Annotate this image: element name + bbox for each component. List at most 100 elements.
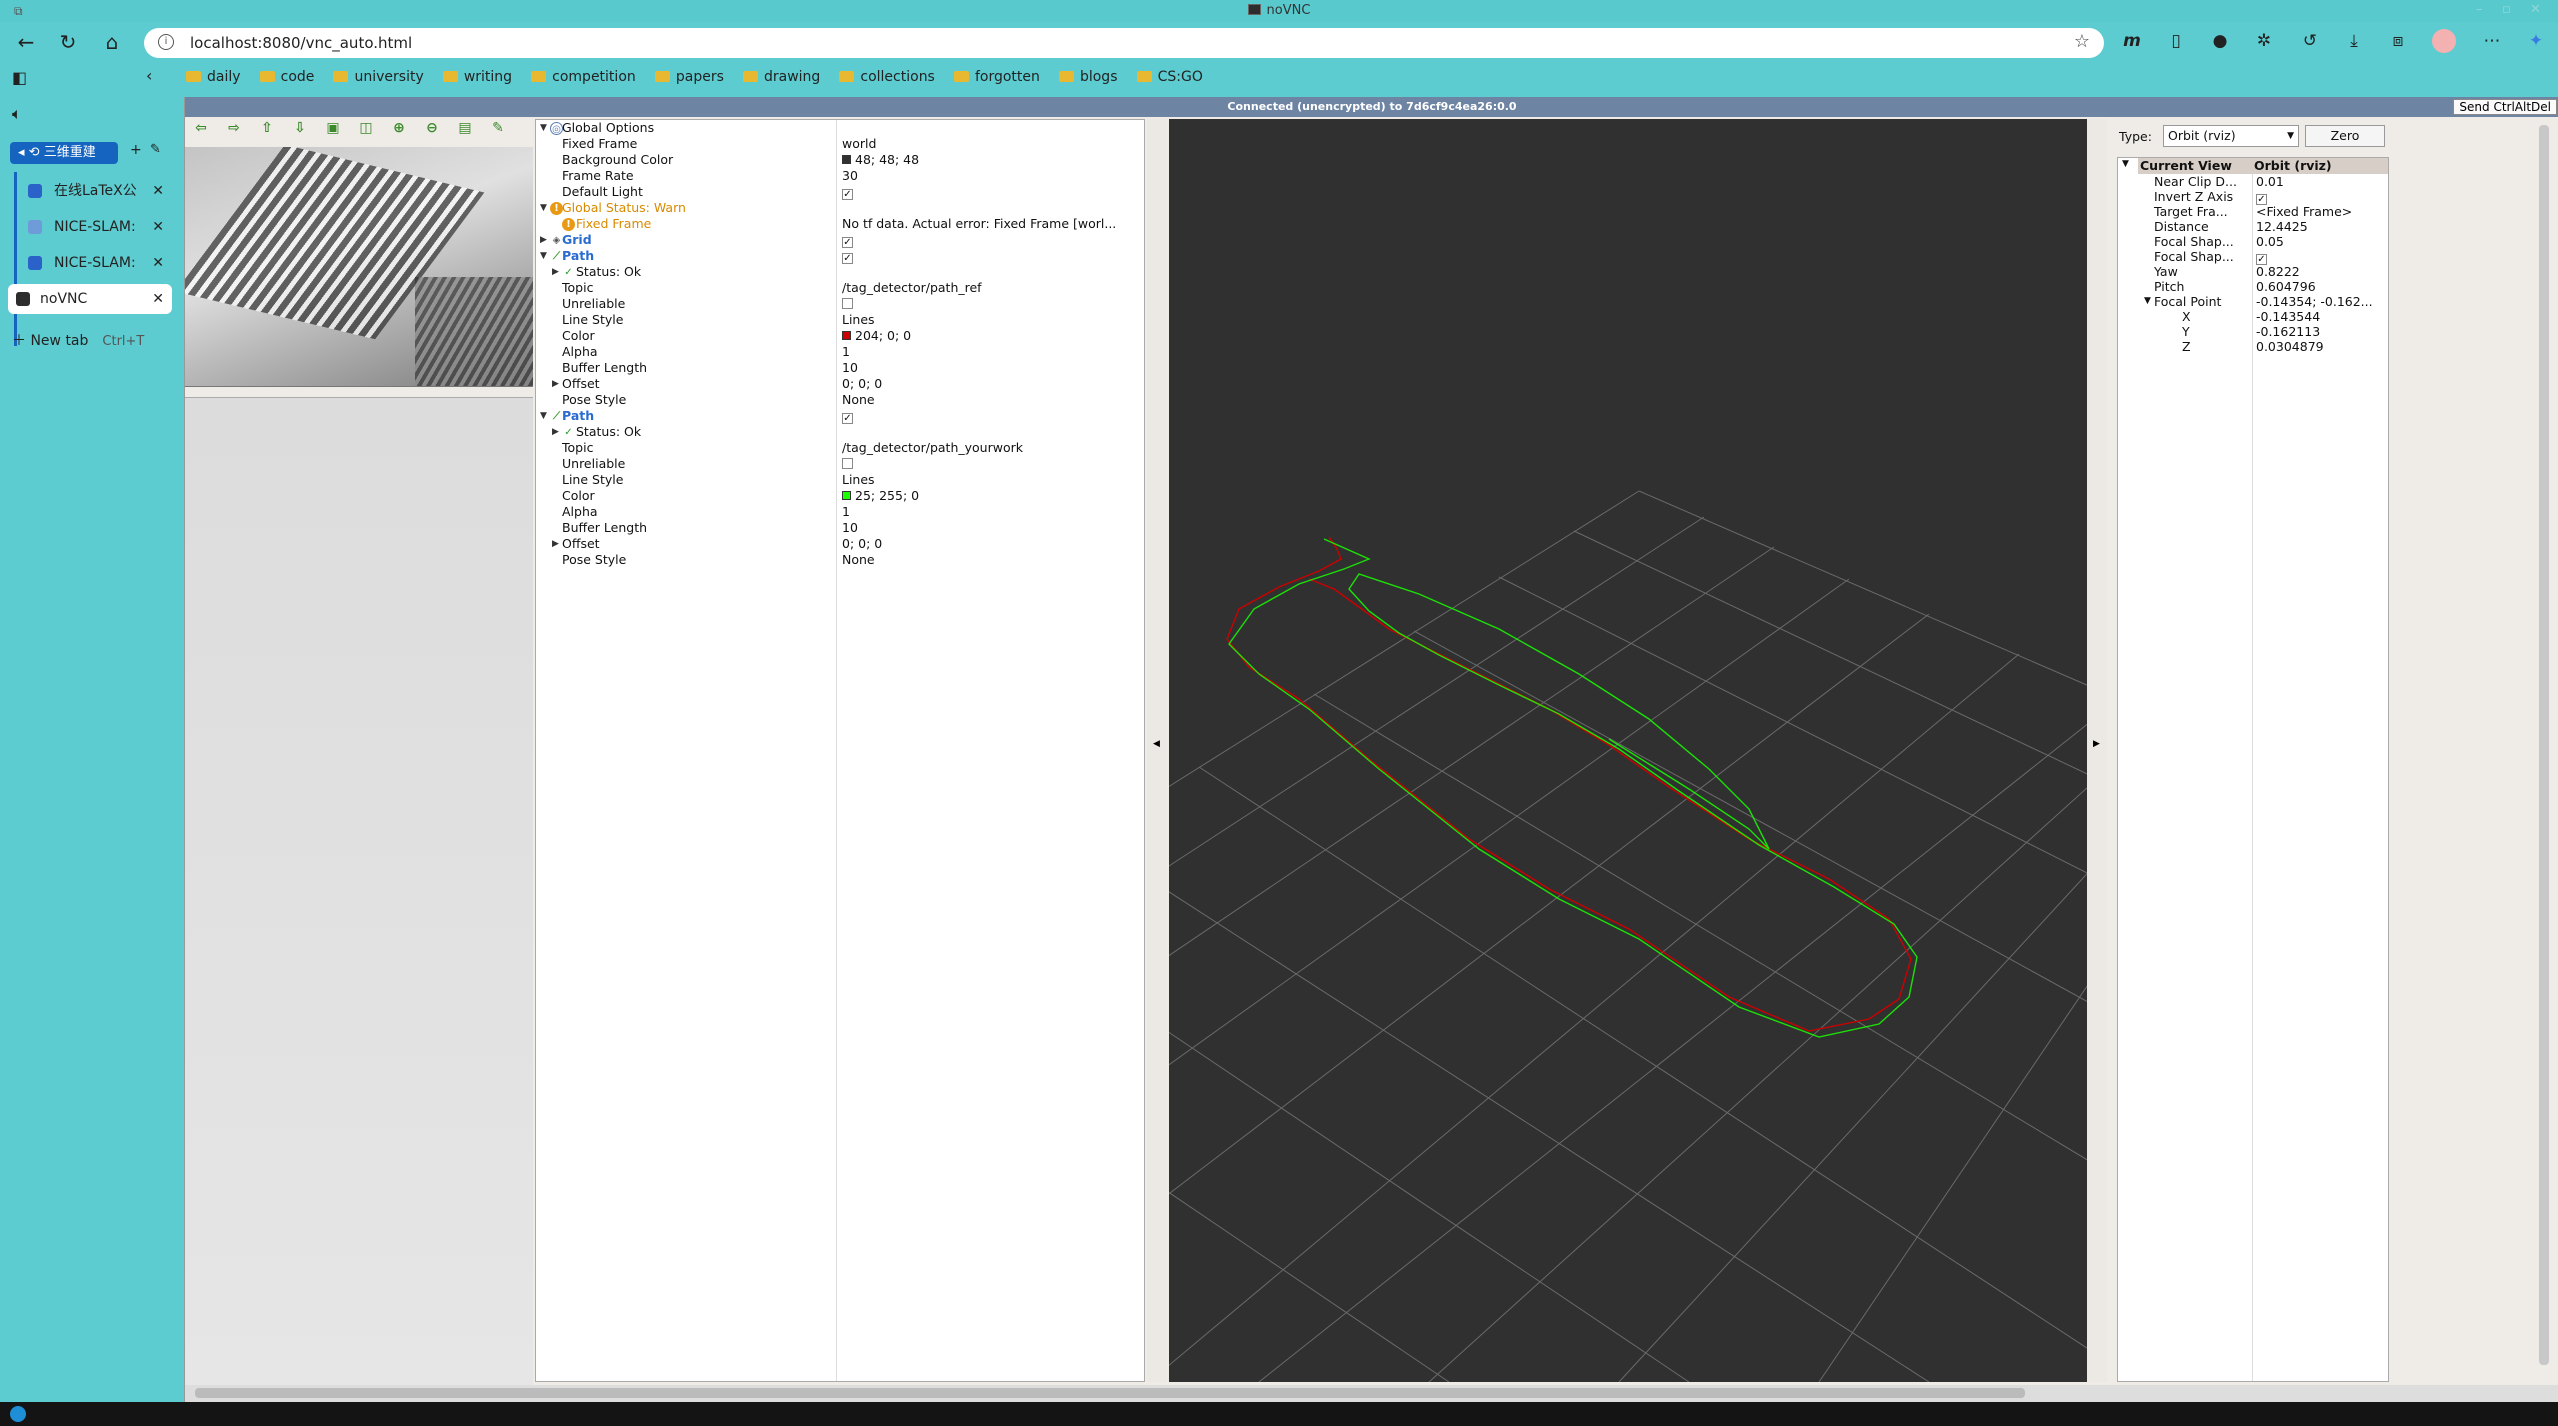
view-row-x[interactable]: X -0.143544	[2118, 309, 2388, 324]
bookmark-folder[interactable]: code	[259, 69, 314, 85]
collapse-arrow-icon[interactable]: ▶	[552, 264, 559, 280]
tree-row-status[interactable]: ▶ ✓ Status: Ok	[536, 264, 1144, 280]
grid-enabled-checkbox[interactable]: ✓	[842, 237, 853, 248]
zoom-out-icon[interactable]: ⊖	[422, 120, 442, 138]
speaker-icon[interactable]: 🔈︎	[12, 104, 22, 124]
back-icon[interactable]: ←	[12, 28, 40, 56]
url-text[interactable]: localhost:8080/vnc_auto.html	[190, 34, 412, 52]
tree-row-alpha[interactable]: Alpha 1	[536, 344, 1144, 360]
left-splitter[interactable]: ◀	[1147, 119, 1167, 1382]
reading-list-icon[interactable]: ▯	[2164, 29, 2188, 53]
menu-more-icon[interactable]: ⋯	[2480, 29, 2504, 53]
bookmark-folder[interactable]: drawing	[742, 69, 820, 85]
collapse-arrow-icon[interactable]: ▶	[552, 424, 559, 440]
tree-row-path[interactable]: ▼ ⟋ Path ✓	[536, 408, 1144, 424]
zoom-in-icon[interactable]: ⊕	[389, 120, 409, 138]
view-row-z[interactable]: Z 0.0304879	[2118, 339, 2388, 354]
save-icon[interactable]: ▤	[455, 120, 475, 138]
expand-arrow-icon[interactable]: ▼	[540, 200, 547, 216]
tree-row-global-options[interactable]: ▼ ◎ Global Options	[536, 120, 1144, 136]
bookmark-folder[interactable]: daily	[186, 69, 241, 85]
browser-taskbar-icon[interactable]	[10, 1406, 26, 1422]
tree-row-color[interactable]: Color 204; 0; 0	[536, 328, 1144, 344]
tree-row-buffer-length[interactable]: Buffer Length 10	[536, 520, 1144, 536]
arrow-left-icon[interactable]: ⇦	[191, 120, 211, 138]
bookmark-folder[interactable]: CS:GO	[1136, 69, 1203, 85]
close-tab-icon[interactable]: ✕	[152, 176, 164, 206]
collapse-left-arrow-icon[interactable]: ◀	[1153, 739, 1160, 749]
tree-row-default-light[interactable]: Default Light ✓	[536, 184, 1144, 200]
minimize-icon[interactable]: –	[2476, 2, 2483, 17]
tree-row-unreliable[interactable]: Unreliable	[536, 296, 1144, 312]
collapse-sidebar-icon[interactable]: ‹	[146, 66, 152, 85]
vertical-scrollbar[interactable]	[2531, 119, 2558, 1382]
bookmark-folder[interactable]: forgotten	[953, 69, 1040, 85]
scrollbar-thumb[interactable]	[195, 1388, 2025, 1398]
close-tab-icon[interactable]: ✕	[152, 248, 164, 278]
tab-group-label[interactable]: ◂ ⟲ 三维重建	[10, 142, 118, 164]
view-row-y[interactable]: Y -0.162113	[2118, 324, 2388, 339]
bookmark-folder[interactable]: papers	[654, 69, 724, 85]
view-row-distance[interactable]: Distance 12.4425	[2118, 219, 2388, 234]
tree-row-topic[interactable]: Topic/tag_detector/path_yourwork	[536, 440, 1144, 456]
new-tab-button[interactable]: ＋ New tab Ctrl+T	[12, 330, 144, 350]
right-splitter[interactable]: ▶	[2087, 119, 2107, 1382]
arrow-up-icon[interactable]: ⇧	[257, 120, 277, 138]
path-enabled-checkbox[interactable]: ✓	[842, 253, 853, 264]
downloads-icon[interactable]: ⤓	[2342, 29, 2366, 53]
tree-row-global-status[interactable]: ▼ ! Global Status: Warn	[536, 200, 1144, 216]
extension-circle-icon[interactable]: ●	[2208, 29, 2232, 53]
tree-row-grid[interactable]: ▶ ◈ Grid ✓	[536, 232, 1144, 248]
tree-row-fixed-frame[interactable]: Fixed Frame world	[536, 136, 1144, 152]
home-icon[interactable]: ⌂	[98, 28, 126, 56]
fit-icon[interactable]: ◫	[356, 120, 376, 138]
expand-arrow-icon[interactable]: ▼	[540, 408, 547, 424]
collapse-right-arrow-icon[interactable]: ▶	[2093, 739, 2100, 749]
bookmark-folder[interactable]: writing	[442, 69, 512, 85]
add-to-group-icon[interactable]: +	[130, 142, 142, 158]
reload-icon[interactable]: ↻	[54, 28, 82, 56]
view-row-pitch[interactable]: Pitch 0.604796	[2118, 279, 2388, 294]
current-view-header[interactable]: Current View Orbit (rviz)	[2138, 158, 2388, 174]
tree-row-topic[interactable]: Topic/tag_detector/path_ref	[536, 280, 1144, 296]
copilot-icon[interactable]: ✦	[2524, 29, 2548, 53]
vnc-viewport[interactable]: Connected (unencrypted) to 7d6cf9c4ea26:…	[184, 97, 2558, 1402]
tree-row-frame-rate[interactable]: Frame Rate 30	[536, 168, 1144, 184]
tab-item[interactable]: 在线LaTeX公 ✕	[8, 176, 172, 206]
maximize-icon[interactable]: ▫	[2502, 2, 2511, 17]
tree-row-background-color[interactable]: Background Color 48; 48; 48	[536, 152, 1144, 168]
expand-arrow-icon[interactable]: ▼	[2144, 294, 2151, 309]
tab-item-active[interactable]: noVNC ✕	[8, 284, 172, 314]
arrow-right-icon[interactable]: ⇨	[224, 120, 244, 138]
tab-item[interactable]: NICE-SLAM: ✕	[8, 212, 172, 242]
bookmark-folder[interactable]: competition	[531, 69, 636, 85]
tree-row-color[interactable]: Color 25; 255; 0	[536, 488, 1144, 504]
image-icon[interactable]: ▣	[323, 120, 343, 138]
tree-row-offset[interactable]: ▶ Offset 0; 0; 0	[536, 376, 1144, 392]
view-row-focal-shape-size[interactable]: Focal Shap... 0.05	[2118, 234, 2388, 249]
collapse-arrow-icon[interactable]: ▶	[552, 536, 559, 552]
collapse-arrow-icon[interactable]: ▶	[540, 232, 547, 248]
unreliable-checkbox[interactable]	[842, 298, 853, 309]
scrollbar-thumb[interactable]	[2539, 125, 2549, 1365]
render-3d-view[interactable]	[1169, 119, 2097, 1382]
address-bar[interactable]: i localhost:8080/vnc_auto.html ☆	[144, 28, 2104, 58]
profile-avatar[interactable]	[2432, 29, 2456, 53]
expand-arrow-icon[interactable]: ▼	[540, 120, 547, 136]
expand-arrow-icon[interactable]: ▼	[2122, 159, 2129, 169]
tree-row-pose-style[interactable]: Pose Style None	[536, 552, 1144, 568]
bookmark-folder[interactable]: blogs	[1058, 69, 1118, 85]
site-info-icon[interactable]: i	[158, 34, 174, 50]
tree-row-line-style[interactable]: Line Style Lines	[536, 312, 1144, 328]
close-tab-icon[interactable]: ✕	[152, 284, 164, 314]
tree-row-pose-style[interactable]: Pose Style None	[536, 392, 1144, 408]
pen-icon[interactable]: ✎	[488, 120, 508, 138]
view-row-invert-z[interactable]: Invert Z Axis ✓	[2118, 189, 2388, 205]
tab-item[interactable]: NICE-SLAM: ✕	[8, 248, 172, 278]
expand-arrow-icon[interactable]: ▼	[540, 248, 547, 264]
tree-row-buffer-length[interactable]: Buffer Length 10	[536, 360, 1144, 376]
screenshot-icon[interactable]: ⧈	[2386, 29, 2410, 53]
tree-row-status[interactable]: ▶ ✓ Status: Ok	[536, 424, 1144, 440]
zero-button[interactable]: Zero	[2305, 125, 2385, 147]
tree-row-path[interactable]: ▼ ⟋ Path ✓	[536, 248, 1144, 264]
